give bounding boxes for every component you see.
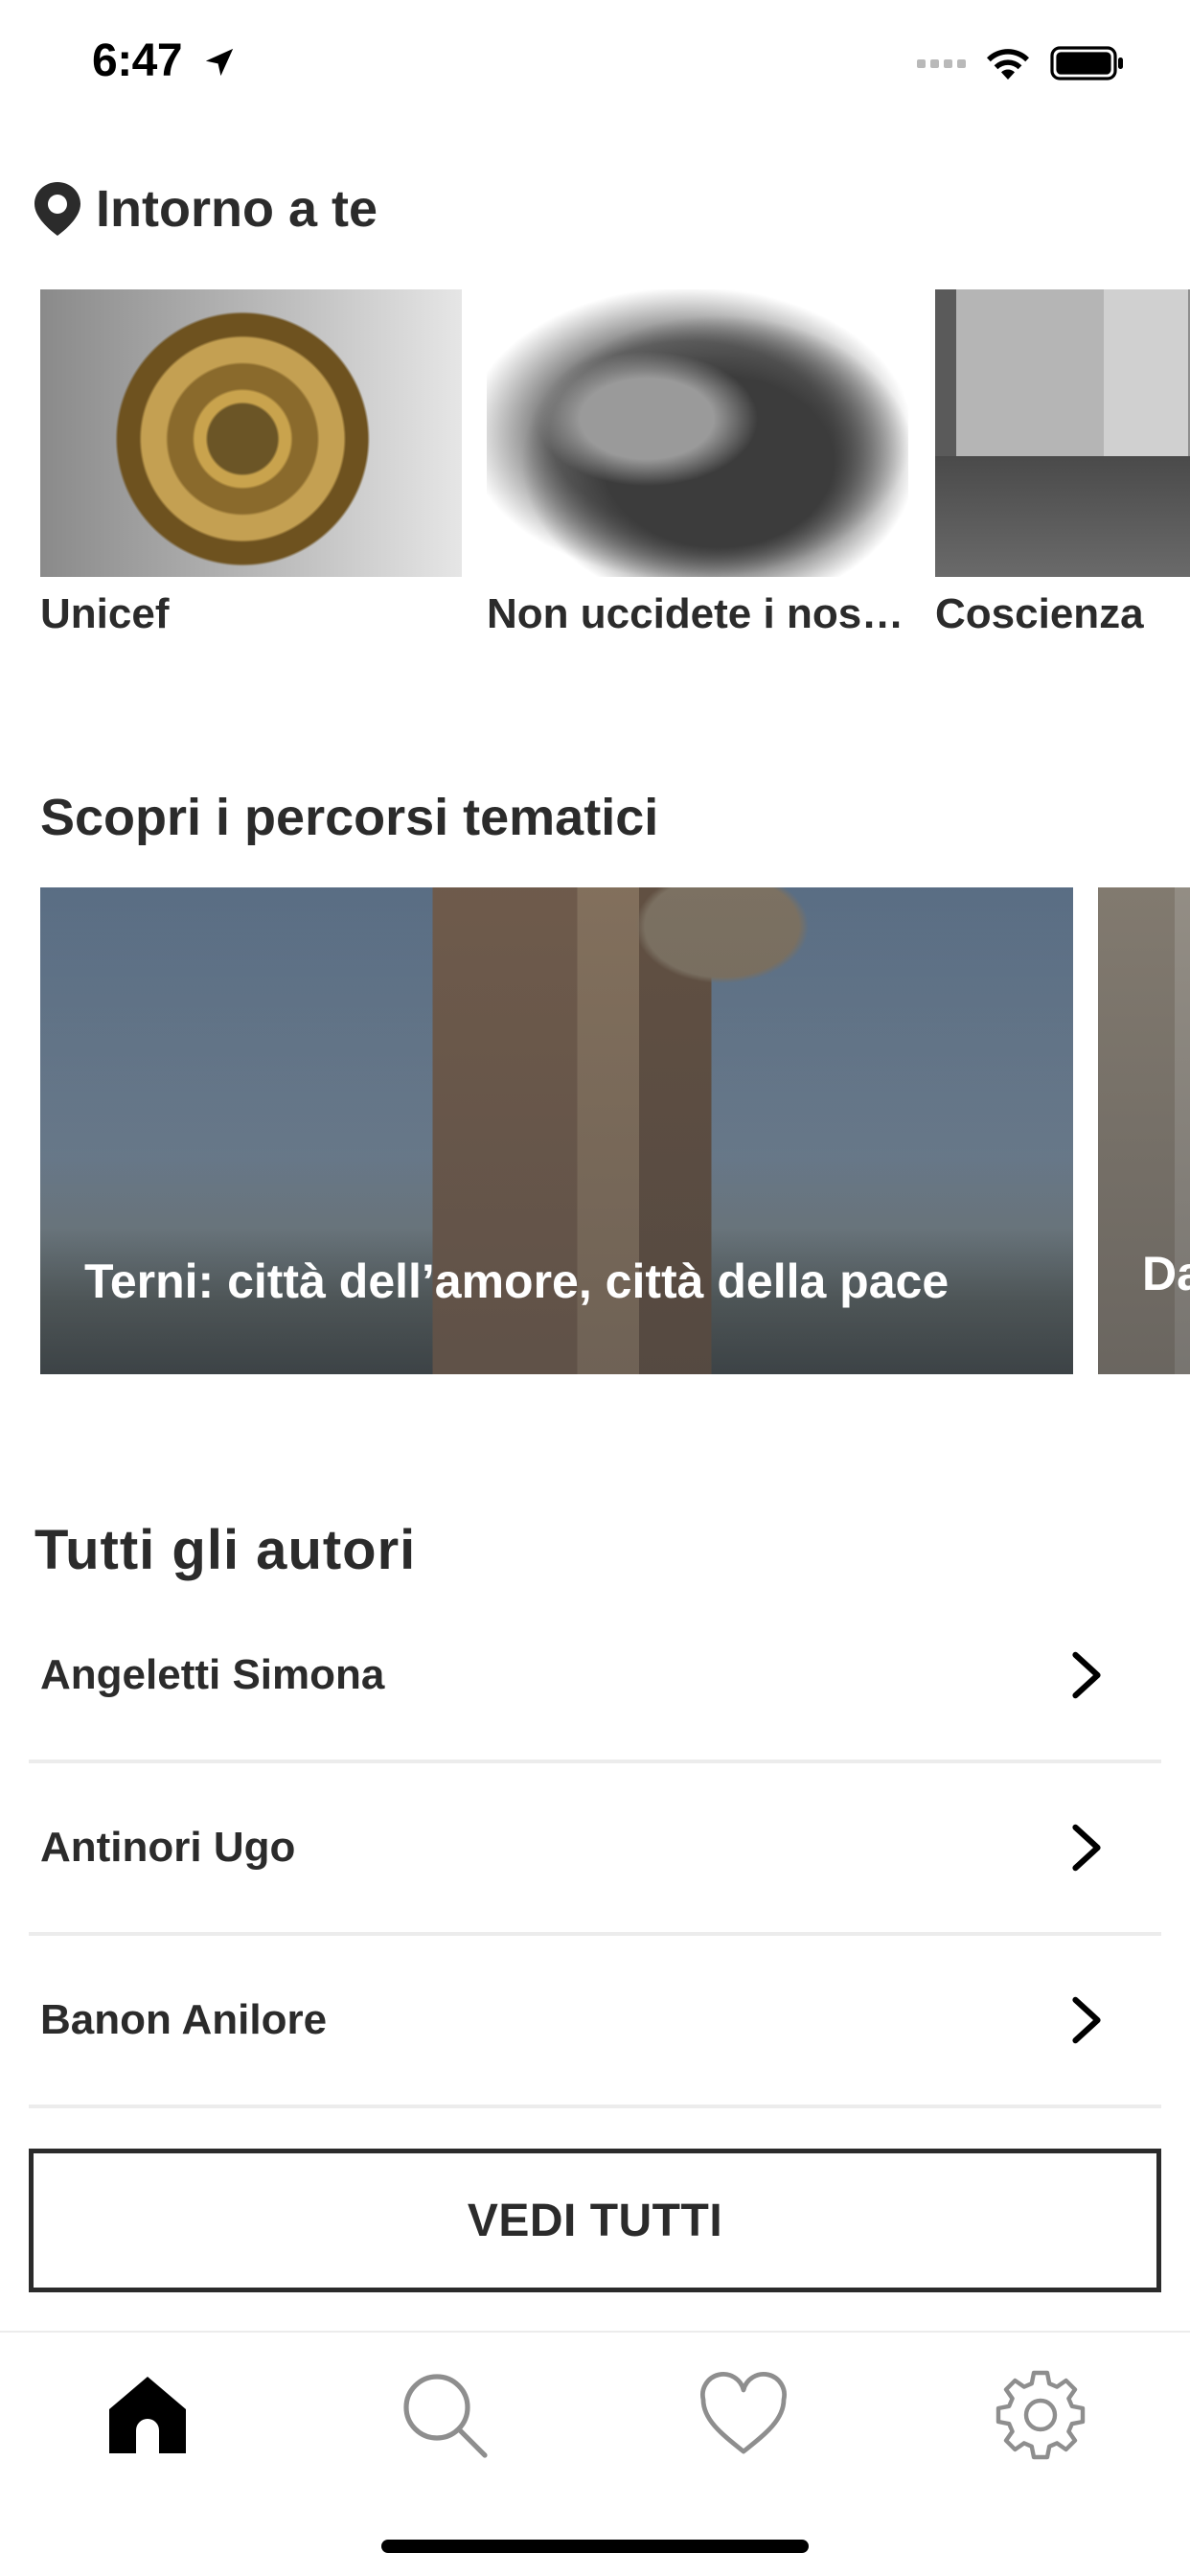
near-card-label: Coscienza <box>935 590 1144 637</box>
tab-search[interactable] <box>397 2367 492 2463</box>
heart-icon <box>700 2372 787 2454</box>
authors-heading: Tutti gli autori <box>34 1519 417 1581</box>
near-card-label: Non uccidete i nos… <box>487 590 904 637</box>
status-indicators <box>917 44 1125 82</box>
route-card-terni[interactable]: Terni: città dell’amore, città della pac… <box>40 887 1073 1374</box>
see-all-button[interactable]: VEDI TUTTI <box>29 2149 1161 2292</box>
home-icon <box>109 2377 186 2453</box>
near-you-title: Intorno a te <box>96 180 378 238</box>
chevron-right-icon <box>1072 1824 1101 1872</box>
gear-icon <box>995 2370 1086 2460</box>
artwork-thumbnail <box>935 289 1190 577</box>
route-title: Da Ma <box>1142 1247 1190 1300</box>
status-time: 6:47 <box>92 35 183 86</box>
tab-home[interactable] <box>100 2367 195 2463</box>
artwork-thumbnail <box>40 289 462 577</box>
author-row[interactable]: Banon Anilore <box>29 1936 1161 2108</box>
app-screen: 6:47 Intorno a te Unicef Non uccidete i … <box>0 0 1190 2576</box>
author-row[interactable]: Angeletti Simona <box>29 1591 1161 1763</box>
near-card-coscienza[interactable]: Coscienza <box>935 289 1190 638</box>
location-arrow-icon <box>205 48 234 77</box>
author-name: Banon Anilore <box>40 1996 328 2043</box>
route-card-next[interactable]: Da Ma <box>1098 887 1190 1374</box>
chevron-right-icon <box>1072 1996 1101 2044</box>
home-indicator <box>381 2540 809 2553</box>
tab-settings[interactable] <box>993 2367 1088 2463</box>
tab-bar <box>0 2331 1190 2576</box>
route-title: Terni: città dell’amore, città della pac… <box>84 1254 950 1308</box>
near-card-label: Unicef <box>40 590 170 637</box>
near-you-heading: Intorno a te <box>33 178 378 240</box>
authors-list: Angeletti Simona Antinori Ugo Banon Anil… <box>29 1591 1161 2108</box>
near-card-non-uccidete[interactable]: Non uccidete i nos… <box>487 289 908 638</box>
near-you-carousel[interactable]: Unicef Non uccidete i nos… Coscienza <box>0 289 1190 654</box>
location-pin-icon <box>34 182 80 236</box>
battery-icon <box>1050 46 1123 80</box>
author-name: Angeletti Simona <box>40 1651 385 1698</box>
near-card-unicef[interactable]: Unicef <box>40 289 462 638</box>
status-bar: 6:47 <box>0 0 1190 126</box>
author-row[interactable]: Antinori Ugo <box>29 1763 1161 1936</box>
author-name: Antinori Ugo <box>40 1824 296 1871</box>
cellular-signal-icon <box>917 58 966 68</box>
search-icon <box>403 2374 488 2458</box>
tab-favorites[interactable] <box>696 2367 791 2463</box>
routes-heading: Scopri i percorsi tematici <box>40 789 659 846</box>
artwork-thumbnail <box>487 289 908 577</box>
chevron-right-icon <box>1072 1651 1101 1699</box>
wifi-icon <box>987 49 1029 80</box>
